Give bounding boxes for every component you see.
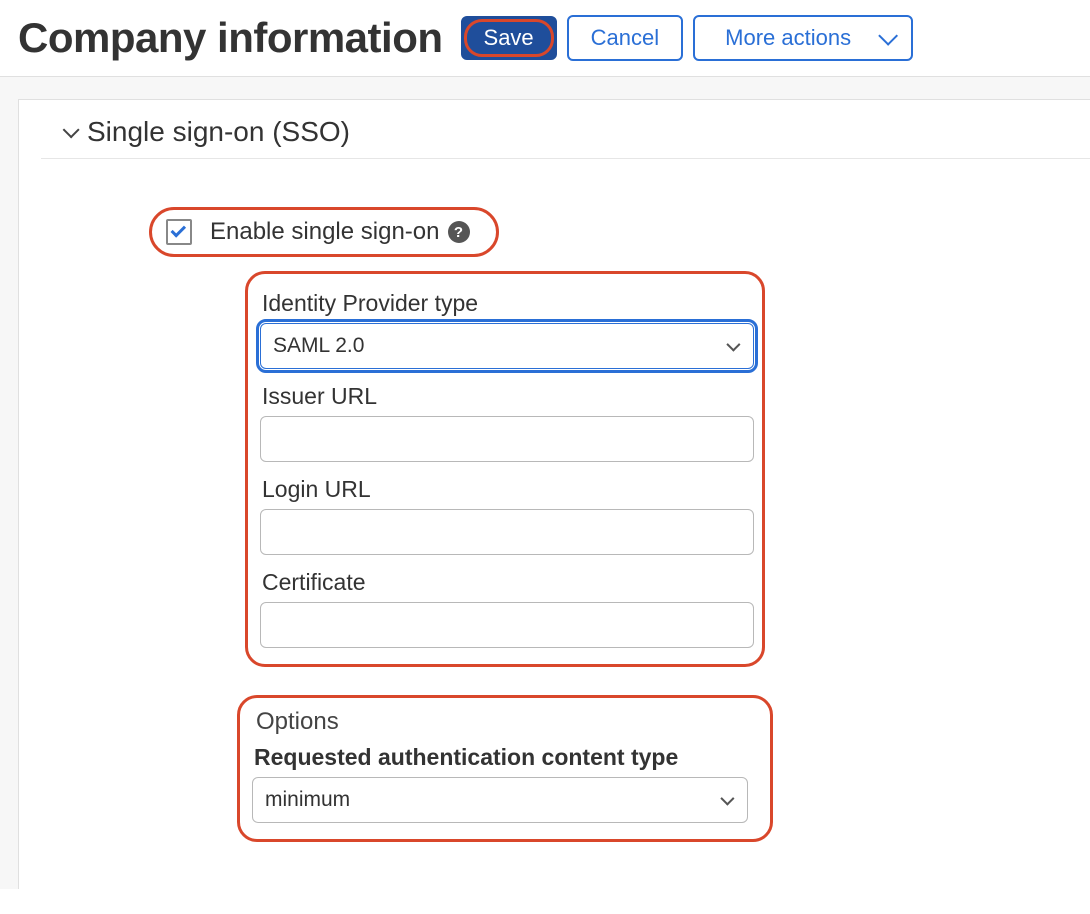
chevron-down-icon (878, 26, 898, 46)
idp-type-value: SAML 2.0 (273, 334, 364, 358)
cancel-button[interactable]: Cancel (567, 15, 683, 61)
auth-content-label: Requested authentication content type (254, 744, 758, 771)
auth-content-value: minimum (265, 788, 350, 812)
sso-config-block: Identity Provider type SAML 2.0 Issuer U… (245, 271, 765, 667)
login-url-label: Login URL (262, 476, 750, 503)
options-title: Options (256, 708, 758, 736)
idp-type-select[interactable]: SAML 2.0 (260, 323, 754, 369)
certificate-label: Certificate (262, 569, 750, 596)
save-button-label: Save (484, 25, 534, 51)
help-icon[interactable]: ? (448, 221, 470, 243)
page-title: Company information (18, 14, 443, 62)
enable-sso-label: Enable single sign-on ? (210, 218, 470, 246)
section-header[interactable]: Single sign-on (SSO) (41, 116, 1090, 159)
page-header: Company information Save Cancel More act… (0, 0, 1090, 77)
chevron-down-icon (63, 121, 80, 138)
issuer-url-label: Issuer URL (262, 383, 750, 410)
issuer-url-input[interactable] (260, 416, 754, 462)
section-title: Single sign-on (SSO) (87, 116, 350, 148)
panel: Single sign-on (SSO) Enable single sign-… (18, 99, 1090, 889)
login-url-input[interactable] (260, 509, 754, 555)
save-button[interactable]: Save (461, 16, 557, 60)
certificate-input[interactable] (260, 602, 754, 648)
chevron-down-icon (726, 338, 740, 352)
enable-sso-row: Enable single sign-on ? (149, 207, 499, 257)
idp-type-label: Identity Provider type (262, 290, 750, 317)
options-block: Options Requested authentication content… (237, 695, 773, 842)
content-area: Single sign-on (SSO) Enable single sign-… (0, 77, 1090, 889)
checkmark-icon (171, 222, 187, 238)
auth-content-select[interactable]: minimum (252, 777, 748, 823)
enable-sso-checkbox[interactable] (166, 219, 192, 245)
chevron-down-icon (720, 792, 734, 806)
cancel-button-label: Cancel (591, 25, 659, 51)
more-actions-button[interactable]: More actions (693, 15, 913, 61)
more-actions-label: More actions (725, 25, 851, 51)
